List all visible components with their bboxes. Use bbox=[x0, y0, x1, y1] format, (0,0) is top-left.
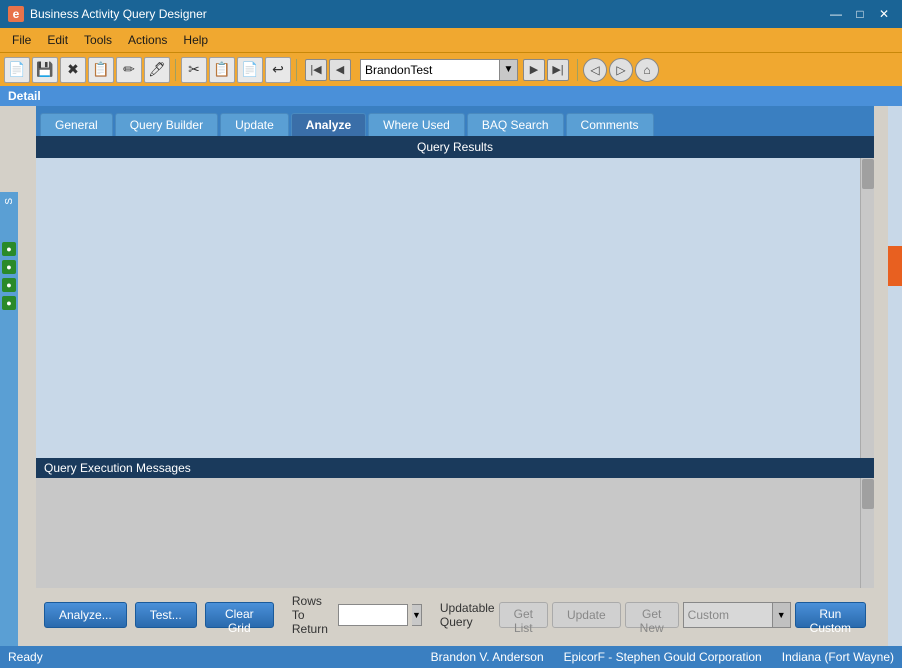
app-icon: e bbox=[8, 6, 24, 22]
sep2 bbox=[296, 59, 297, 81]
query-execution-header: Query Execution Messages bbox=[36, 458, 874, 478]
sidebar-icon3[interactable]: ● bbox=[2, 278, 16, 292]
nav-group: |◀ ◀ bbox=[305, 59, 351, 81]
title-bar: e Business Activity Query Designer — □ ✕ bbox=[0, 0, 902, 28]
save-button[interactable]: 💾 bbox=[32, 57, 58, 83]
custom-dropdown-btn[interactable]: ▼ bbox=[773, 602, 791, 628]
custom-select-input[interactable] bbox=[683, 602, 773, 628]
tab-general[interactable]: General bbox=[40, 113, 113, 136]
query-execution-body[interactable] bbox=[36, 478, 874, 588]
clear-grid-button[interactable]: Clear Grid bbox=[205, 602, 274, 628]
menu-actions[interactable]: Actions bbox=[120, 31, 175, 49]
main-content: General Query Builder Update Analyze Whe… bbox=[36, 106, 874, 646]
right-sidebar bbox=[888, 106, 902, 646]
last-button[interactable]: ▶| bbox=[547, 59, 569, 81]
right-accent bbox=[888, 246, 902, 286]
analyze-button[interactable]: Analyze... bbox=[44, 602, 127, 628]
query-select-input[interactable] bbox=[360, 59, 500, 81]
sep3 bbox=[577, 59, 578, 81]
undo-button[interactable]: ↩ bbox=[265, 57, 291, 83]
paste-button[interactable]: 📋 bbox=[209, 57, 235, 83]
query-results-grid[interactable] bbox=[36, 158, 860, 458]
minimize-button[interactable]: — bbox=[826, 6, 846, 22]
menu-edit[interactable]: Edit bbox=[39, 31, 76, 49]
sidebar-icon4[interactable]: ● bbox=[2, 296, 16, 310]
qem-scrollbar-thumb[interactable] bbox=[862, 479, 874, 509]
updatable-query-group: Updatable Query Get List Update Get New … bbox=[440, 601, 866, 629]
sidebar-icon1[interactable]: ● bbox=[2, 242, 16, 256]
delete-button[interactable]: ✖ bbox=[60, 57, 86, 83]
cut-button[interactable]: ✂ bbox=[181, 57, 207, 83]
menu-help[interactable]: Help bbox=[175, 31, 216, 49]
close-button[interactable]: ✕ bbox=[874, 6, 894, 22]
query-results-section: Query Results bbox=[36, 136, 874, 458]
query-results-header: Query Results bbox=[36, 136, 874, 158]
query-select-container: ▼ bbox=[360, 59, 518, 81]
query-execution-section: Query Execution Messages bbox=[36, 458, 874, 588]
back-circle-button[interactable]: ◁ bbox=[583, 58, 607, 82]
tabs-bar: General Query Builder Update Analyze Whe… bbox=[36, 106, 874, 136]
left-sidebar: S ● ● ● ● bbox=[0, 192, 18, 646]
test-button[interactable]: Test... bbox=[135, 602, 197, 628]
home-circle-button[interactable]: ⌂ bbox=[635, 58, 659, 82]
edit-button[interactable]: ✏ bbox=[116, 57, 142, 83]
first-button[interactable]: |◀ bbox=[305, 59, 327, 81]
rows-to-return-input[interactable] bbox=[338, 604, 408, 626]
status-location: Indiana (Fort Wayne) bbox=[782, 650, 894, 664]
sidebar-icon2[interactable]: ● bbox=[2, 260, 16, 274]
scrollbar-thumb[interactable] bbox=[862, 159, 874, 189]
menu-bar: File Edit Tools Actions Help bbox=[0, 28, 902, 52]
copy-button[interactable]: 📋 bbox=[88, 57, 114, 83]
tab-update[interactable]: Update bbox=[220, 113, 289, 136]
detail-header: Detail bbox=[0, 86, 902, 106]
next-button[interactable]: ▶ bbox=[523, 59, 545, 81]
rows-dropdown-btn[interactable]: ▼ bbox=[412, 604, 422, 626]
sep1 bbox=[175, 59, 176, 81]
status-company: EpicorF - Stephen Gould Corporation bbox=[564, 650, 762, 664]
query-select-dropdown[interactable]: ▼ bbox=[500, 59, 518, 81]
new-button[interactable]: 📄 bbox=[4, 57, 30, 83]
pencil-button[interactable]: 🖊 bbox=[144, 57, 170, 83]
tab-analyze[interactable]: Analyze bbox=[291, 113, 366, 136]
tab-query-builder[interactable]: Query Builder bbox=[115, 113, 218, 136]
nav-group2: ▶ ▶| bbox=[523, 59, 569, 81]
sidebar-label: S bbox=[2, 192, 17, 211]
status-user: Brandon V. Anderson bbox=[431, 650, 544, 664]
updatable-query-label: Updatable Query bbox=[440, 601, 495, 629]
title-bar-left: e Business Activity Query Designer bbox=[8, 6, 207, 22]
run-custom-button[interactable]: Run Custom bbox=[795, 602, 866, 628]
query-results-body[interactable] bbox=[36, 158, 874, 458]
menu-tools[interactable]: Tools bbox=[76, 31, 120, 49]
menu-file[interactable]: File bbox=[4, 31, 39, 49]
paste2-button[interactable]: 📄 bbox=[237, 57, 263, 83]
toolbar: 📄 💾 ✖ 📋 ✏ 🖊 ✂ 📋 📄 ↩ |◀ ◀ ▼ ▶ ▶| ◁ ▷ ⌂ bbox=[0, 52, 902, 86]
app-container: e Business Activity Query Designer — □ ✕… bbox=[0, 0, 902, 668]
rows-to-return-label: Rows To Return bbox=[292, 594, 334, 636]
prev-button[interactable]: ◀ bbox=[329, 59, 351, 81]
custom-select-container: ▼ bbox=[683, 602, 791, 628]
forward-circle-button[interactable]: ▷ bbox=[609, 58, 633, 82]
qem-scrollbar[interactable] bbox=[860, 478, 874, 588]
get-list-button: Get List bbox=[499, 602, 548, 628]
status-bar: Ready Brandon V. Anderson EpicorF - Step… bbox=[0, 646, 902, 668]
window-controls: — □ ✕ bbox=[826, 6, 894, 22]
status-ready: Ready bbox=[8, 650, 43, 664]
get-new-button: Get New bbox=[625, 602, 679, 628]
scrollbar-vertical[interactable] bbox=[860, 158, 874, 458]
maximize-button[interactable]: □ bbox=[850, 6, 870, 22]
window-title: Business Activity Query Designer bbox=[30, 7, 207, 21]
update-button: Update bbox=[552, 602, 621, 628]
tab-where-used[interactable]: Where Used bbox=[368, 113, 465, 136]
tab-baq-search[interactable]: BAQ Search bbox=[467, 113, 564, 136]
tab-comments[interactable]: Comments bbox=[566, 113, 654, 136]
query-execution-text[interactable] bbox=[36, 478, 860, 588]
bottom-controls: Analyze... Test... Clear Grid Rows To Re… bbox=[36, 588, 874, 642]
rows-to-return-group: Rows To Return ▼ bbox=[292, 594, 422, 636]
